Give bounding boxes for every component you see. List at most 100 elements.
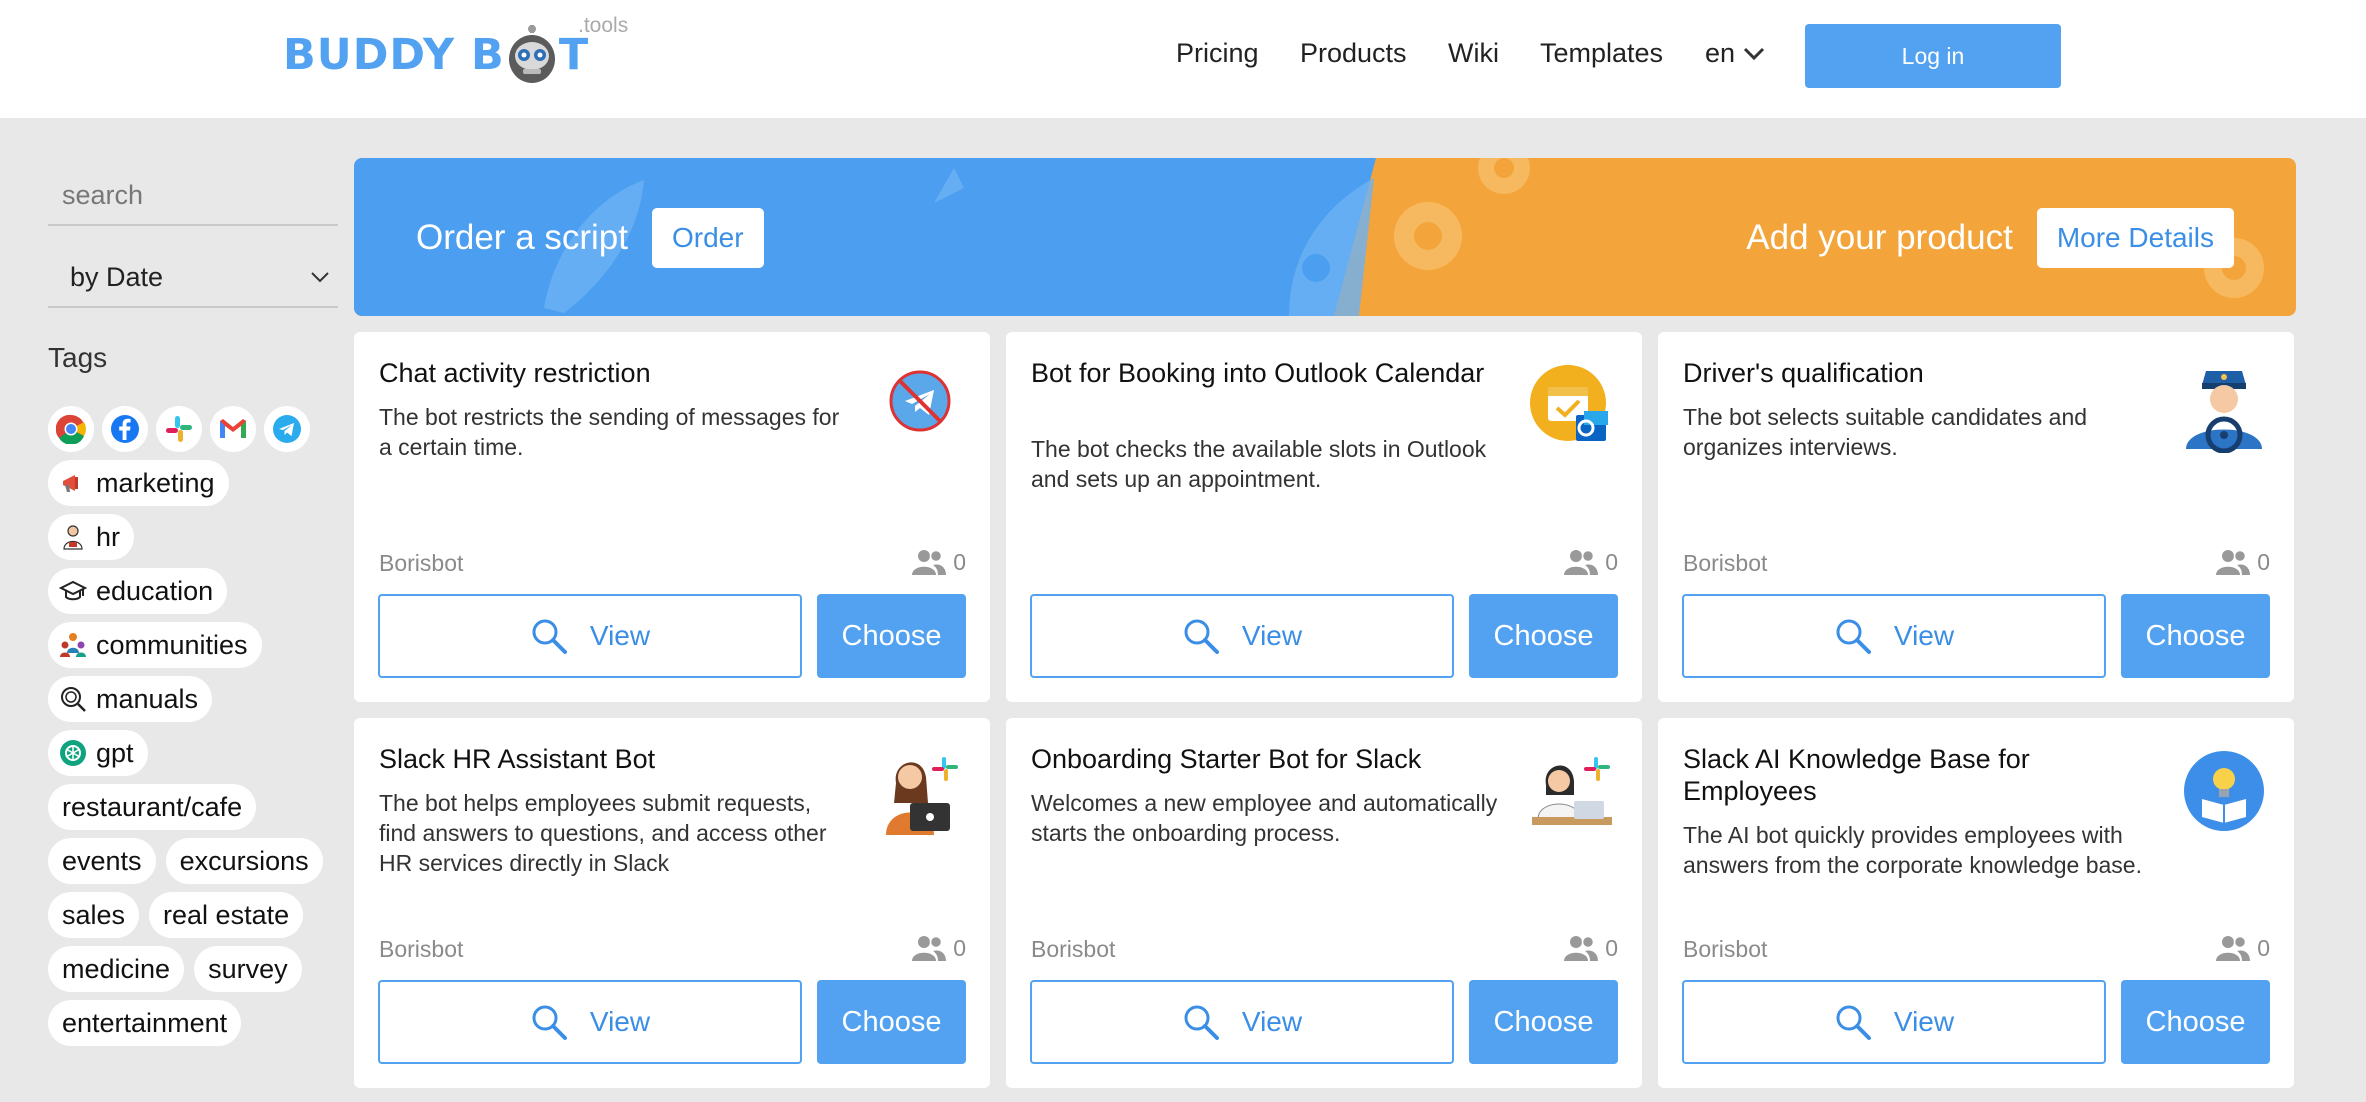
tag-entertainment[interactable]: entertainment [48,1000,242,1046]
logo-suffix: .tools [578,14,629,37]
logo-text-left: BUDDY B [283,30,505,80]
add-product-group: Add your product More Details [1746,208,2234,268]
bot-card[interactable]: Chat activity restriction The bot restri… [354,332,990,702]
choose-button[interactable]: Choose [1469,594,1618,678]
view-button[interactable]: View [1030,980,1454,1064]
tag-gpt[interactable]: gpt [48,730,148,776]
tag-label: hr [96,521,121,552]
tag-survey[interactable]: survey [194,946,302,992]
choose-button[interactable]: Choose [2121,594,2270,678]
card-title: Slack HR Assistant Bot [379,744,656,774]
tag-sales[interactable]: sales [48,892,140,938]
chrome-icon[interactable] [48,406,94,452]
view-label: View [1893,1006,1955,1037]
tag-restaurant-cafe[interactable]: restaurant/cafe [48,784,257,830]
search-box [48,166,443,226]
sort-select[interactable]: by Date [48,248,338,308]
view-button[interactable]: View [378,594,802,678]
card-description: The bot selects suitable candidates and … [1683,404,2088,460]
tag-real-estate[interactable]: real estate [149,892,304,938]
tag-marketing[interactable]: marketing [48,460,229,506]
sort-value: by Date [70,261,164,292]
onboarding-icon [1524,743,1620,839]
tag-label: marketing [96,467,215,498]
slack-icon[interactable] [156,406,202,452]
add-product-text: Add your product [1746,218,2013,257]
card-users: 0 [1563,548,1618,576]
logo[interactable]: BUDDY B T [283,20,589,90]
chevron-down-icon [1743,47,1765,60]
no-telegram-icon [872,357,968,453]
card-users: 0 [911,934,966,962]
card-title: Onboarding Starter Bot for Slack [1031,744,1422,774]
tag-education[interactable]: education [48,568,228,614]
card-author: Borisbot [1683,550,1768,576]
tag-label: communities [96,629,248,660]
card-users: 0 [911,548,966,576]
card-author: Borisbot [379,550,464,576]
nav-wiki[interactable]: Wiki [1448,38,1499,69]
tag-excursions[interactable]: excursions [165,838,323,884]
manual-search-icon [58,684,88,714]
card-description: The bot helps employees submit requests,… [379,790,827,876]
choose-button[interactable]: Choose [817,594,966,678]
facebook-icon[interactable] [102,406,148,452]
openai-icon [58,738,88,768]
view-button[interactable]: View [378,980,802,1064]
choose-button[interactable]: Choose [2121,980,2270,1064]
users-icon [912,549,947,575]
card-title: Driver's qualification [1683,358,1924,388]
choose-button[interactable]: Choose [817,980,966,1064]
tag-events[interactable]: events [48,838,156,884]
card-author: Borisbot [1683,936,1768,962]
view-label: View [1241,1006,1303,1037]
robot-head-icon [507,25,557,85]
view-label: View [589,620,651,651]
view-button[interactable]: View [1682,594,2106,678]
search-icon [1836,619,1871,654]
language-selector[interactable]: en [1705,38,1765,69]
login-button[interactable]: Log in [1805,24,2061,88]
users-icon [2216,549,2251,575]
tag-manuals[interactable]: manuals [48,676,213,722]
bot-card[interactable]: Slack HR Assistant Bot The bot helps emp… [354,718,990,1088]
telegram-icon[interactable] [264,406,310,452]
users-icon [2216,935,2251,961]
tag-hr[interactable]: hr [48,514,135,560]
nav-templates[interactable]: Templates [1540,38,1663,69]
tag-medicine[interactable]: medicine [48,946,185,992]
card-author: Borisbot [1031,936,1116,962]
card-users: 0 [2215,934,2270,962]
nav-pricing[interactable]: Pricing [1176,38,1259,69]
card-users: 0 [2215,548,2270,576]
view-button[interactable]: View [1030,594,1454,678]
users-count: 0 [1605,548,1618,575]
tag-communities[interactable]: communities [48,622,262,668]
choose-button[interactable]: Choose [1469,980,1618,1064]
view-button[interactable]: View [1682,980,2106,1064]
users-count: 0 [953,934,966,961]
users-icon [1564,549,1599,575]
bot-card[interactable]: Bot for Booking into Outlook Calendar Th… [1006,332,1642,702]
top-header: BUDDY B T .tools Pricing Products Wiki T… [0,0,2366,118]
view-label: View [1893,620,1955,651]
gmail-icon[interactable] [210,406,256,452]
card-description: The AI bot quickly provides employees wi… [1683,822,2142,878]
more-details-button[interactable]: More Details [2036,208,2234,268]
tag-label: education [96,575,214,606]
hr-assistant-icon [872,743,968,839]
bot-card[interactable]: Slack AI Knowledge Base for Employees Th… [1658,718,2294,1088]
tag-label: gpt [96,737,134,768]
bot-card[interactable]: Onboarding Starter Bot for Slack Welcome… [1006,718,1642,1088]
order-button[interactable]: Order [652,208,764,268]
order-script-group: Order a script Order [416,208,764,268]
tags-list: marketing hr education communities manua… [48,406,348,1054]
bot-card[interactable]: Driver's qualification The bot selects s… [1658,332,2294,702]
users-count: 0 [1605,934,1618,961]
card-description: The bot checks the available slots in Ou… [1031,436,1487,492]
card-title: Bot for Booking into Outlook Calendar [1031,358,1485,388]
card-author: Borisbot [379,936,464,962]
users-icon [912,935,947,961]
nav-products[interactable]: Products [1300,38,1407,69]
card-users: 0 [1563,934,1618,962]
